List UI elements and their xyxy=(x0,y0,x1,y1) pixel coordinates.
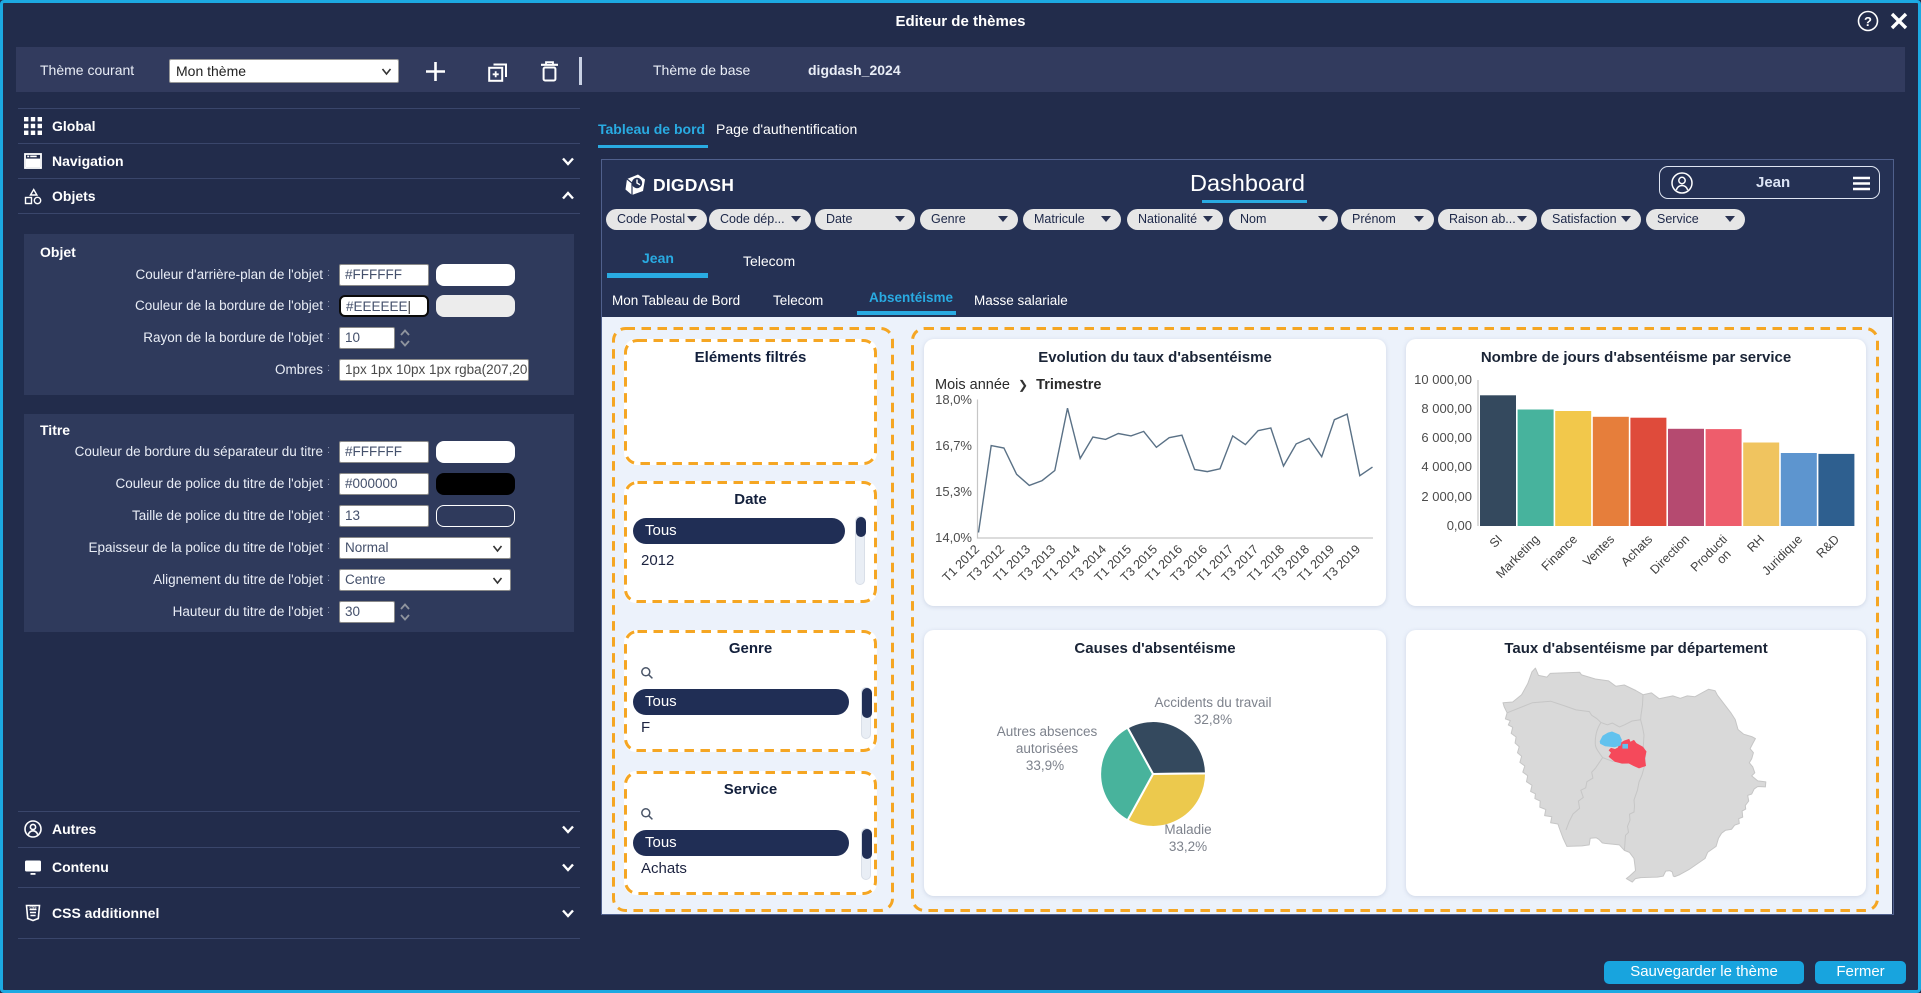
svg-text:10 000,00: 10 000,00 xyxy=(1414,372,1472,387)
svg-text:4 000,00: 4 000,00 xyxy=(1421,459,1472,474)
svg-text:32,8%: 32,8% xyxy=(1194,712,1232,727)
svg-text:15,3%: 15,3% xyxy=(935,484,972,499)
svg-text:R&D: R&D xyxy=(1814,532,1843,561)
svg-text:6 000,00: 6 000,00 xyxy=(1421,430,1472,445)
svg-text:33,2%: 33,2% xyxy=(1169,839,1207,854)
svg-text:CSS: CSS xyxy=(30,905,38,909)
svg-text:8 000,00: 8 000,00 xyxy=(1421,401,1472,416)
svg-text:0,00: 0,00 xyxy=(1447,518,1472,533)
svg-text:33,9%: 33,9% xyxy=(1026,758,1064,773)
svg-text:Finance: Finance xyxy=(1539,532,1580,573)
svg-text:Accidents du travail: Accidents du travail xyxy=(1154,695,1271,710)
svg-text:Direction: Direction xyxy=(1647,532,1692,577)
svg-text:14,0%: 14,0% xyxy=(935,530,972,545)
svg-text:autorisées: autorisées xyxy=(1016,741,1079,756)
svg-text:Production: Production xyxy=(1688,532,1740,584)
svg-text:16,7%: 16,7% xyxy=(935,438,972,453)
svg-text:Juridique: Juridique xyxy=(1759,532,1805,578)
svg-text:18,0%: 18,0% xyxy=(935,392,972,407)
svg-text:Autres absences: Autres absences xyxy=(997,724,1098,739)
svg-text:?: ? xyxy=(1864,14,1872,29)
svg-text:2 000,00: 2 000,00 xyxy=(1421,489,1472,504)
svg-text:Ventes: Ventes xyxy=(1580,532,1617,569)
svg-text:SI: SI xyxy=(1487,532,1505,550)
svg-text:Maladie: Maladie xyxy=(1164,822,1211,837)
svg-text:RH: RH xyxy=(1744,532,1767,555)
